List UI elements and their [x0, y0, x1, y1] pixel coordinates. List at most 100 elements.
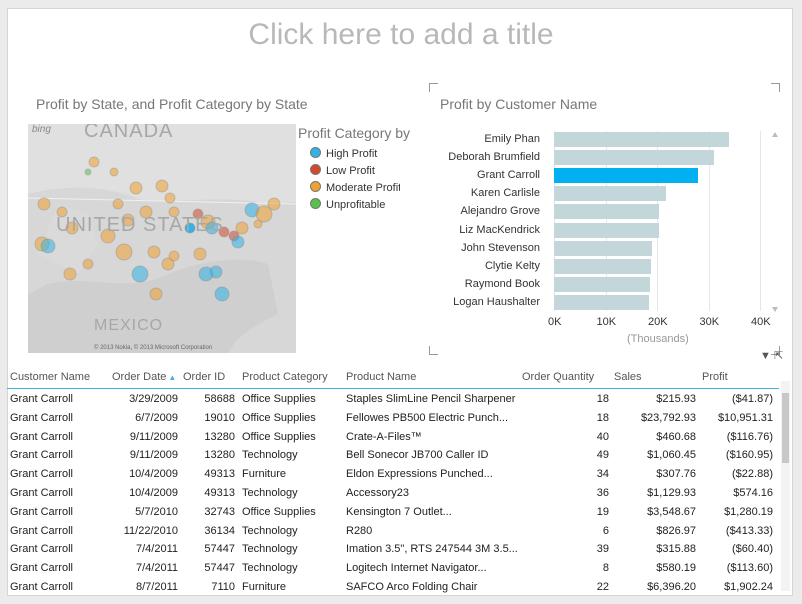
map-label-united-states: UNITED STATES [56, 214, 224, 236]
column-header-order-date[interactable]: Order Date ▲ [112, 371, 176, 383]
table-row[interactable]: Grant Carroll 9/11/2009 13280 Office Suppli… [7, 427, 779, 446]
cell-order-quantity: 22 [596, 581, 609, 593]
cell-order-date: 5/7/2010 [135, 505, 178, 518]
map-bubble[interactable] [63, 267, 77, 281]
column-header-customer-name[interactable]: Customer Name [10, 371, 90, 383]
x-tick-label: 40K [751, 316, 771, 328]
bar[interactable] [554, 168, 699, 184]
bar[interactable] [554, 186, 667, 202]
cell-product-name: Eldon Expressions Punched... [346, 468, 493, 481]
table-scrollbar[interactable] [781, 381, 790, 591]
table-row[interactable]: Grant Carroll 10/4/2009 49313 Technology Acc… [7, 483, 779, 502]
map-view[interactable]: bing CANADA UNITED STATES MEXICO © 2013 … [28, 124, 296, 353]
map-bubble[interactable] [40, 238, 56, 254]
legend-label: High Profit [326, 148, 378, 160]
cell-profit: $1,280.19 [724, 505, 773, 518]
map-bubble[interactable] [131, 265, 149, 283]
bar[interactable] [554, 132, 730, 147]
column-header-sales[interactable]: Sales [614, 371, 642, 383]
column-header-product-name[interactable]: Product Name [346, 371, 416, 383]
map-bubble[interactable] [235, 221, 249, 235]
bar-category-label[interactable]: Grant Carroll [430, 169, 540, 181]
map-bubble[interactable] [193, 247, 207, 261]
bar-category-label[interactable]: John Stevenson [430, 242, 540, 254]
bar[interactable] [554, 294, 650, 310]
map-bubble[interactable] [214, 286, 230, 302]
bar[interactable] [554, 276, 651, 292]
map-copyright: © 2013 Nokia, © 2013 Microsoft Corporati… [94, 345, 213, 351]
legend-item-moderate-profit[interactable]: Moderate Profit [310, 181, 400, 194]
bar[interactable] [554, 204, 660, 220]
map-bubble[interactable] [88, 156, 100, 168]
map-bubble[interactable] [84, 168, 92, 176]
bar-category-label[interactable]: Logan Haushalter [430, 296, 540, 308]
bar-category-label[interactable]: Liz MacKendrick [430, 224, 540, 236]
legend-item-low-profit[interactable]: Low Profit [310, 164, 400, 177]
map-bubble[interactable] [198, 266, 214, 282]
bar-category-label[interactable]: Clytie Kelty [430, 260, 540, 272]
bar-category-label[interactable]: Alejandro Grove [430, 205, 541, 217]
bar-category-label[interactable]: Raymond Book [430, 278, 540, 290]
filter-icon[interactable]: ▼ [760, 350, 771, 362]
map-bubble[interactable] [112, 198, 124, 210]
bar-category-label[interactable]: Karen Carlisle [430, 187, 540, 199]
cell-customer-name: Grant Carroll [10, 524, 73, 537]
table-row[interactable]: Grant Carroll 9/11/2009 13280 Technology Bel… [7, 445, 779, 464]
map-bubble[interactable] [109, 167, 119, 177]
map-bubble[interactable] [253, 219, 263, 229]
cell-product-name: Staples SlimLine Pencil Sharpener [346, 393, 516, 405]
pop-out-icon[interactable]: ⇱ [774, 350, 783, 362]
table-row[interactable]: Grant Carroll 5/7/2010 32743 Office Supplie… [7, 502, 779, 521]
cell-product-name: Imation 3.5", RTS 247544 3M 3.5... [346, 543, 518, 556]
cell-profit: $1,902.24 [724, 581, 773, 593]
table-row[interactable]: Grant Carroll 8/7/2011 7110 Furniture SAFCO … [7, 577, 779, 596]
table-row[interactable]: Grant Carroll 11/22/2010 36134 Technology R2… [7, 521, 779, 540]
report-title-placeholder[interactable]: Click here to add a title [0, 18, 802, 52]
map-bubble[interactable] [115, 243, 133, 261]
map-bubble[interactable] [267, 197, 281, 211]
map-bubble[interactable] [129, 181, 143, 195]
cell-sales: $580.19 [656, 562, 696, 575]
cell-product-category: Technology [242, 487, 298, 499]
cell-order-quantity: 34 [596, 468, 609, 481]
column-header-order-id[interactable]: Order ID [183, 371, 225, 383]
table-row[interactable]: Grant Carroll 7/4/2011 57447 Technology Logi… [7, 558, 779, 577]
bar-category-label[interactable]: Emily Phan [430, 133, 540, 145]
cell-order-date: 9/11/2009 [129, 430, 178, 443]
table-scrollbar-thumb[interactable] [782, 393, 789, 463]
map-bubble[interactable] [231, 235, 245, 249]
table-row[interactable]: Grant Carroll 10/4/2009 49313 Furniture Eldo… [7, 464, 779, 483]
legend-item-high-profit[interactable]: High Profit [310, 147, 400, 160]
cell-order-date: 10/4/2009 [129, 487, 178, 499]
bar[interactable] [554, 258, 651, 274]
cell-order-id: 13280 [204, 449, 235, 462]
cell-product-category: Office Supplies [242, 411, 316, 424]
bar[interactable] [554, 222, 659, 238]
cell-profit: ($113.60) [726, 562, 773, 575]
bar-chart-scrollbar[interactable] [772, 132, 778, 312]
cell-product-category: Office Supplies [242, 393, 316, 405]
cell-order-id: 49313 [204, 487, 235, 499]
column-header-profit[interactable]: Profit [702, 371, 728, 383]
map-bubble[interactable] [147, 245, 161, 259]
table-row[interactable]: Grant Carroll 3/29/2009 58688 Office Suppli… [7, 389, 779, 408]
column-header-order-quantity[interactable]: Order Quantity [522, 371, 594, 383]
column-header-product-category[interactable]: Product Category [242, 371, 328, 383]
bar-category-label[interactable]: Deborah Brumfield [430, 151, 540, 163]
map-bubble[interactable] [155, 179, 169, 193]
cell-customer-name: Grant Carroll [10, 487, 73, 499]
cell-order-quantity: 19 [596, 505, 609, 518]
map-bubble[interactable] [82, 258, 94, 270]
legend-item-unprofitable[interactable]: Unprofitable [310, 198, 400, 211]
table-row[interactable]: Grant Carroll 6/7/2009 19010 Office Supplie… [7, 408, 779, 427]
map-bubble[interactable] [168, 250, 180, 262]
map-bubble[interactable] [37, 197, 51, 211]
map-bubble[interactable] [164, 192, 176, 204]
table-row[interactable]: Grant Carroll 7/4/2011 57447 Technology Imat… [7, 539, 779, 558]
cell-order-date: 7/4/2011 [135, 562, 178, 575]
legend-label: Low Profit [326, 165, 375, 177]
bar[interactable] [554, 240, 652, 256]
bar[interactable] [554, 150, 714, 166]
cell-order-id: 32743 [204, 505, 235, 518]
map-bubble[interactable] [149, 287, 163, 301]
